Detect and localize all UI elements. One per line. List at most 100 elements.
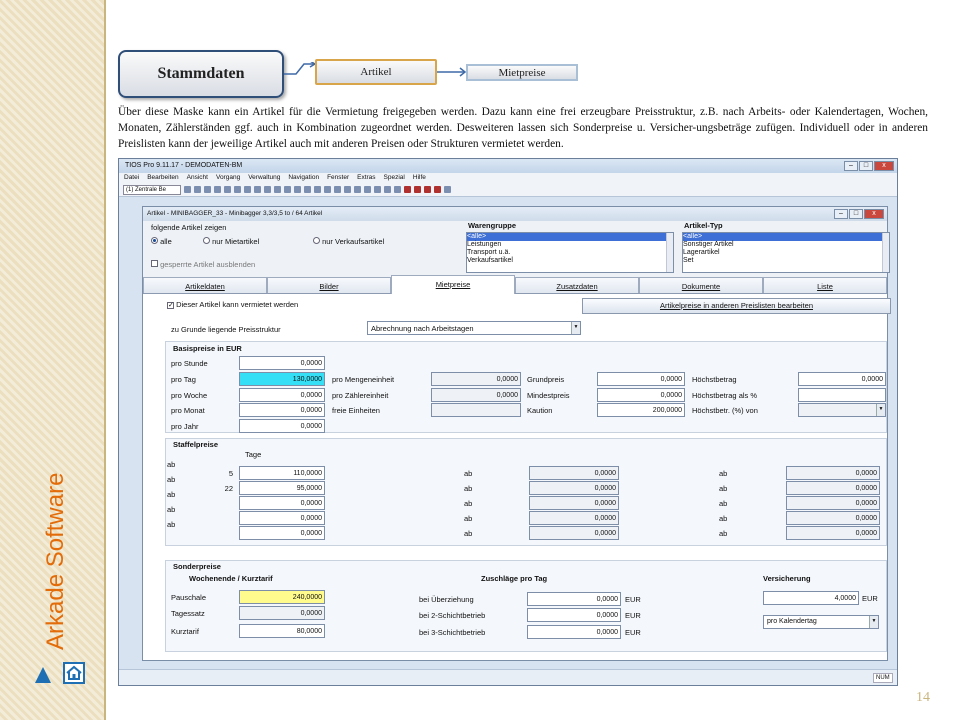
tier-price-field[interactable]: 0,0000 xyxy=(529,496,619,510)
chevron-down-icon[interactable]: ▼ xyxy=(869,616,878,628)
tier-price-field[interactable]: 0,0000 xyxy=(239,496,325,510)
rentable-option[interactable]: ✓ Dieser Artikel kann vermietet werden xyxy=(167,300,298,309)
tier-price-field[interactable]: 0,0000 xyxy=(786,481,880,495)
price-month-field[interactable]: 0,0000 xyxy=(239,403,325,417)
radio-rent-indicator[interactable] xyxy=(203,237,210,244)
min-price-field[interactable]: 0,0000 xyxy=(597,388,685,402)
tier-price-field[interactable]: 0,0000 xyxy=(529,526,619,540)
menu-hilfe[interactable]: Hilfe xyxy=(413,174,426,182)
maximize-button[interactable]: □ xyxy=(859,161,873,171)
toolbar-icon[interactable] xyxy=(384,186,391,193)
prev-record-icon[interactable] xyxy=(414,186,421,193)
short-rate-field[interactable]: 80,0000 xyxy=(239,624,325,638)
tab-bilder[interactable]: Bilder xyxy=(267,277,391,293)
first-record-icon[interactable] xyxy=(404,186,411,193)
toolbar-icon[interactable] xyxy=(184,186,191,193)
toolbar-icon[interactable] xyxy=(374,186,381,193)
tier-price-field[interactable]: 0,0000 xyxy=(529,466,619,480)
price-hour-field[interactable]: 0,0000 xyxy=(239,356,325,370)
flat-rate-field[interactable]: 240,0000 xyxy=(239,590,325,604)
toolbar-icon[interactable] xyxy=(244,186,251,193)
maximize-button[interactable]: □ xyxy=(849,209,863,219)
scrollbar[interactable] xyxy=(666,233,673,272)
tier-price-field[interactable]: 0,0000 xyxy=(239,526,325,540)
toolbar-icon[interactable] xyxy=(204,186,211,193)
minimize-button[interactable]: – xyxy=(844,161,858,171)
price-quantity-field[interactable]: 0,0000 xyxy=(431,372,521,386)
tab-dokumente[interactable]: Dokumente xyxy=(639,277,763,293)
toolbar-icon[interactable] xyxy=(224,186,231,193)
radio-rent[interactable]: nur Mietartikel xyxy=(203,237,259,246)
toolbar-icon[interactable] xyxy=(274,186,281,193)
scrollbar[interactable] xyxy=(882,233,889,272)
minimize-button[interactable]: – xyxy=(834,209,848,219)
menu-spezial[interactable]: Spezial xyxy=(384,174,405,182)
toolbar-icon[interactable] xyxy=(394,186,401,193)
two-shift-surcharge-field[interactable]: 0,0000 xyxy=(527,608,621,622)
menu-verwaltung[interactable]: Verwaltung xyxy=(248,174,280,182)
toolbar-icon[interactable] xyxy=(354,186,361,193)
price-counter-field[interactable]: 0,0000 xyxy=(431,388,521,402)
tab-mietpreise[interactable]: Mietpreise xyxy=(391,275,515,294)
list-item[interactable]: <alle> xyxy=(467,233,673,241)
base-price-field[interactable]: 0,0000 xyxy=(597,372,685,386)
close-button[interactable]: x xyxy=(874,161,894,171)
next-record-icon[interactable] xyxy=(424,186,431,193)
menu-fenster[interactable]: Fenster xyxy=(327,174,349,182)
toolbar-icon[interactable] xyxy=(214,186,221,193)
locked-filter[interactable]: gesperrte Artikel ausblenden xyxy=(151,260,255,269)
menu-datei[interactable]: Datei xyxy=(124,174,139,182)
toolbar-icon[interactable] xyxy=(264,186,271,193)
tab-artikeldaten[interactable]: Artikeldaten xyxy=(143,277,267,293)
menu-bearbeiten[interactable]: Bearbeiten xyxy=(147,174,178,182)
rentable-checkbox[interactable]: ✓ xyxy=(167,302,174,309)
radio-all-indicator[interactable] xyxy=(151,237,158,244)
price-year-field[interactable]: 0,0000 xyxy=(239,419,325,433)
tier-price-field[interactable]: 0,0000 xyxy=(239,511,325,525)
tier-price-field[interactable]: 0,0000 xyxy=(786,496,880,510)
radio-sale-indicator[interactable] xyxy=(313,237,320,244)
chevron-down-icon[interactable]: ▼ xyxy=(571,322,580,334)
insurance-field[interactable]: 4,0000 xyxy=(763,591,859,605)
deposit-field[interactable]: 200,0000 xyxy=(597,403,685,417)
list-item[interactable]: Lagerartikel xyxy=(683,249,889,257)
toolbar-icon[interactable] xyxy=(364,186,371,193)
tier-price-field[interactable]: 0,0000 xyxy=(529,511,619,525)
toolbar-icon[interactable] xyxy=(254,186,261,193)
radio-all[interactable]: alle xyxy=(151,237,172,246)
list-item[interactable]: Transport u.ä. xyxy=(467,249,673,257)
home-icon[interactable] xyxy=(63,662,85,684)
tier-price-field[interactable]: 0,0000 xyxy=(786,526,880,540)
toolbar-icon[interactable] xyxy=(314,186,321,193)
menu-navigation[interactable]: Navigation xyxy=(288,174,319,182)
radio-sale[interactable]: nur Verkaufsartikel xyxy=(313,237,384,246)
other-pricelists-button[interactable]: Artikelpreise in anderen Preislisten bea… xyxy=(582,298,891,314)
toolbar-icon[interactable] xyxy=(334,186,341,193)
chevron-down-icon[interactable]: ▼ xyxy=(876,404,885,416)
toolbar-icon[interactable] xyxy=(294,186,301,193)
exit-icon[interactable] xyxy=(444,186,451,193)
max-percent-base-select[interactable]: ▼ xyxy=(798,403,886,417)
previous-slide-icon[interactable] xyxy=(35,667,51,683)
locked-checkbox[interactable] xyxy=(151,260,158,267)
max-amount-field[interactable]: 0,0000 xyxy=(798,372,886,386)
tier-price-field[interactable]: 0,0000 xyxy=(529,481,619,495)
tier-price-field[interactable]: 0,0000 xyxy=(786,511,880,525)
menu-vorgang[interactable]: Vorgang xyxy=(216,174,240,182)
structure-select[interactable]: Abrechnung nach Arbeitstagen ▼ xyxy=(367,321,581,335)
toolbar-icon[interactable] xyxy=(284,186,291,193)
menu-ansicht[interactable]: Ansicht xyxy=(187,174,208,182)
day-rate-field[interactable]: 0,0000 xyxy=(239,606,325,620)
warengruppe-list[interactable]: <alle> Leistungen Transport u.ä. Verkauf… xyxy=(466,232,674,273)
tab-zusatzdaten[interactable]: Zusatzdaten xyxy=(515,277,639,293)
free-units-field[interactable] xyxy=(431,403,521,417)
toolbar-icon[interactable] xyxy=(344,186,351,193)
overdue-surcharge-field[interactable]: 0,0000 xyxy=(527,592,621,606)
toolbar-icon[interactable] xyxy=(234,186,241,193)
toolbar-icon[interactable] xyxy=(194,186,201,193)
tier-price-field[interactable]: 95,0000 xyxy=(239,481,325,495)
list-item[interactable]: Verkaufsartikel xyxy=(467,257,673,265)
last-record-icon[interactable] xyxy=(434,186,441,193)
insurance-mode-select[interactable]: pro Kalendertag ▼ xyxy=(763,615,879,629)
max-percent-field[interactable] xyxy=(798,388,886,402)
